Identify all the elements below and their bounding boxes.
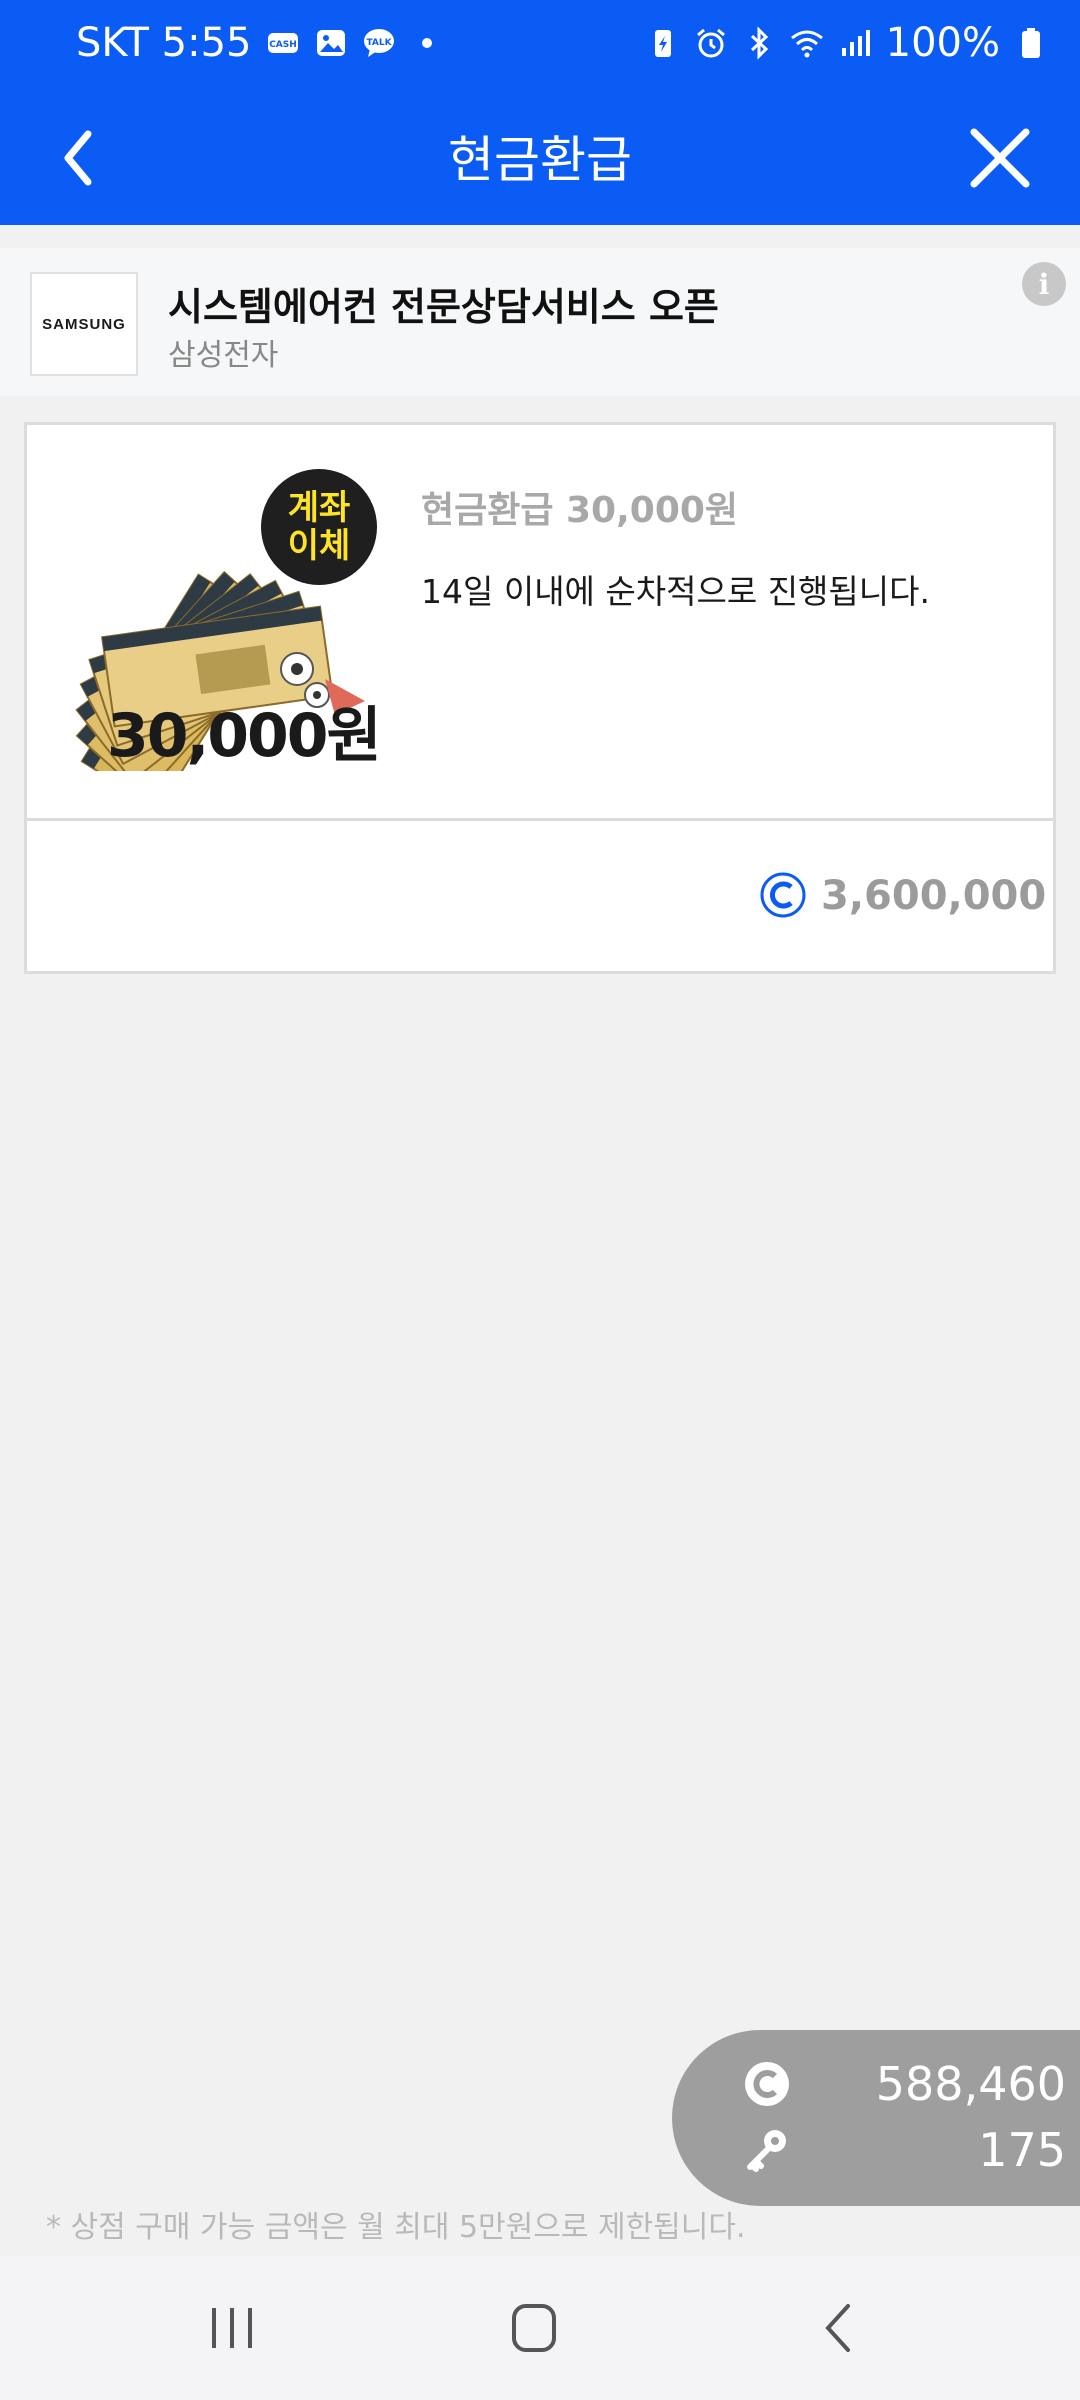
product-price-row: 3,600,000 xyxy=(27,821,1053,971)
coin-balance-row: 588,460 xyxy=(742,2054,1066,2114)
gallery-notification-icon xyxy=(316,30,345,56)
product-name: 현금환급 30,000원 xyxy=(421,490,739,531)
key-balance-row: 175 xyxy=(742,2120,1066,2180)
battery-percent: 100% xyxy=(885,20,1000,66)
svg-text:TALK: TALK xyxy=(366,38,392,48)
product-card[interactable]: 계좌 이체 30,000원 현금환급 30,000원 14일 이내에 순차적으로… xyxy=(24,422,1056,974)
purchase-limit-notice: * 상점 구매 가능 금액은 월 최대 5만원으로 제한됩니다. xyxy=(46,2210,746,2245)
talk-notification-icon: TALK xyxy=(363,29,394,57)
coin-balance: 588,460 xyxy=(875,2057,1066,2111)
info-icon[interactable]: i xyxy=(1022,262,1066,306)
product-description: 14일 이내에 순차적으로 진행됩니다. xyxy=(421,572,930,611)
account-transfer-badge: 계좌 이체 xyxy=(261,469,377,585)
samsung-logo: SAMSUNG xyxy=(30,272,138,376)
bluetooth-icon xyxy=(750,26,768,60)
coin-c-icon xyxy=(760,872,806,918)
app-bar: 현금환급 xyxy=(0,92,1080,225)
signal-icon xyxy=(841,30,870,56)
badge-line-2: 이체 xyxy=(287,526,351,566)
key-icon xyxy=(747,2130,786,2172)
svg-text:CASH: CASH xyxy=(269,40,297,50)
badge-line-1: 계좌 xyxy=(287,488,351,528)
cash-notification-icon: CASH xyxy=(267,33,298,53)
product-card-body: 계좌 이체 30,000원 현금환급 30,000원 14일 이내에 순차적으로… xyxy=(27,425,1053,821)
product-price: 3,600,000 xyxy=(821,873,1047,919)
battery-icon xyxy=(1022,28,1040,58)
home-icon[interactable] xyxy=(494,2298,574,2358)
key-balance: 175 xyxy=(978,2123,1066,2177)
page-title: 현금환급 xyxy=(448,131,632,189)
coin-c-icon xyxy=(745,2062,789,2106)
alarm-icon xyxy=(696,28,725,58)
image-price-label: 30,000원 xyxy=(107,701,382,771)
balance-pill[interactable]: 588,460 175 xyxy=(672,2030,1080,2206)
logo-text: SAMSUNG xyxy=(42,315,126,333)
status-bar: SKT 5:55 CASH TALK 100% xyxy=(0,0,1080,92)
dot-icon xyxy=(421,38,432,48)
advertiser-title: 시스템에어컨 전문상담서비스 오픈 xyxy=(168,285,719,329)
navigation-bar xyxy=(0,2256,1080,2400)
advertiser-header: SAMSUNG 시스템에어컨 전문상담서비스 오픈 삼성전자 i xyxy=(0,248,1080,396)
wifi-icon xyxy=(790,30,823,58)
back-icon[interactable] xyxy=(800,2298,880,2358)
close-icon[interactable] xyxy=(960,118,1040,198)
recents-icon[interactable] xyxy=(192,2298,272,2358)
status-carrier-time: SKT 5:55 xyxy=(76,20,252,66)
advertiser-company: 삼성전자 xyxy=(168,338,279,373)
battery-saver-icon xyxy=(654,30,671,57)
